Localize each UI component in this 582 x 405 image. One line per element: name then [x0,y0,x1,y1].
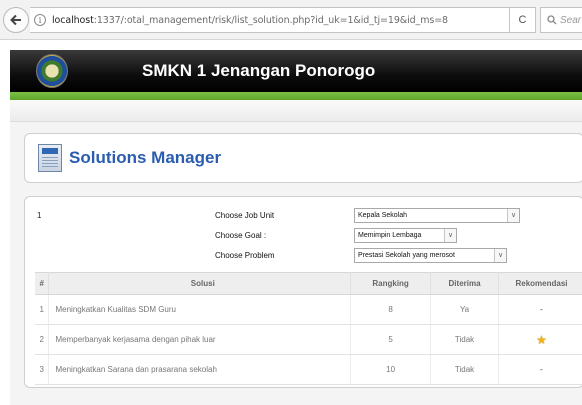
rekomendasi-cell: ★ [498,324,582,355]
url-text: localhost:1337/:otal_management/risk/lis… [52,15,448,26]
site-title: SMKN 1 Jenangan Ponorogo [142,61,376,80]
column-header-number: # [35,272,50,295]
table-header-row: # Solusi Rangking Diterima Rekomendasi [35,272,582,295]
url-host: localhost [52,14,94,26]
column-header-rangking: Rangking [350,272,432,295]
rekomendasi-cell: - [498,294,582,325]
page-title-panel: Solutions Manager [24,133,582,183]
search-placeholder: Sear [560,14,582,26]
goal-value: Memimpin Lembaga [358,232,422,239]
job-unit-value: Kepala Sekolah [358,212,408,219]
problem-value: Prestasi Sekolah yang merosot [358,252,455,259]
diterima-cell: Tidak [430,354,500,385]
table-row[interactable]: 3 Meningkatkan Sarana dan prasarana seko… [35,354,582,385]
filter-row-problem: Choose Problem Prestasi Sekolah yang mer… [25,248,582,266]
row-number: 1 [37,211,42,220]
filter-row-goal: Choose Goal : Memimpin Lembaga ∨ [25,228,582,246]
filter-row-job-unit: 1 Choose Job Unit Kepala Sekolah ∨ [25,208,582,226]
problem-select[interactable]: Prestasi Sekolah yang merosot ∨ [354,248,507,263]
info-icon[interactable]: i [34,14,46,26]
row-number-cell: 3 [35,354,50,385]
reload-button[interactable]: C [510,7,536,33]
rekomendasi-value: - [540,365,543,374]
rangking-cell: 5 [350,324,432,355]
rangking-cell: 10 [350,354,432,385]
solusi-cell: Meningkatkan Kualitas SDM Guru [48,294,352,325]
solutions-panel: 1 Choose Job Unit Kepala Sekolah ∨ Choos… [24,196,582,388]
header-accent-bar [10,92,582,100]
table-row[interactable]: 1 Meningkatkan Kualitas SDM Guru 8 Ya - [35,294,582,325]
reload-icon: C [518,14,527,26]
column-header-diterima: Diterima [430,272,500,295]
search-icon [547,15,557,25]
chevron-down-icon: ∨ [507,209,519,222]
solusi-cell: Meningkatkan Sarana dan prasarana sekola… [48,354,352,385]
job-unit-label: Choose Job Unit [215,211,275,220]
diterima-cell: Tidak [430,324,500,355]
solutions-table: # Solusi Rangking Diterima Rekomendasi 1… [35,272,582,385]
star-icon: ★ [536,332,547,347]
url-path: :1337/:otal_management/risk/list_solutio… [93,14,449,26]
goal-select[interactable]: Memimpin Lembaga ∨ [354,228,457,243]
goal-label: Choose Goal : [215,231,267,240]
browser-toolbar: i localhost:1337/:otal_management/risk/l… [0,0,582,40]
back-arrow-icon [10,14,21,26]
page-title: Solutions Manager [69,148,222,167]
rekomendasi-value: - [540,305,543,314]
column-header-rekomendasi: Rekomendasi [498,272,582,295]
diterima-cell: Ya [430,294,500,325]
job-unit-select[interactable]: Kepala Sekolah ∨ [354,208,520,223]
chevron-down-icon: ∨ [444,229,456,242]
table-row[interactable]: 2 Memperbanyak kerjasama dengan pihak lu… [35,324,582,355]
site-header: SMKN 1 Jenangan Ponorogo [10,50,582,92]
chevron-down-icon: ∨ [494,249,506,262]
address-bar[interactable]: i localhost:1337/:otal_management/risk/l… [30,7,510,33]
solusi-cell: Memperbanyak kerjasama dengan pihak luar [48,324,352,355]
manager-icon [38,144,62,172]
rangking-cell: 8 [350,294,432,325]
rekomendasi-cell: - [498,354,582,385]
back-button[interactable] [3,7,29,33]
sub-navigation-bar [10,100,582,122]
column-header-solusi: Solusi [48,272,352,295]
problem-label: Choose Problem [215,251,275,260]
school-logo [36,54,68,88]
row-number-cell: 1 [35,294,50,325]
row-number-cell: 2 [35,324,50,355]
browser-search-input[interactable]: Sear [540,7,582,33]
